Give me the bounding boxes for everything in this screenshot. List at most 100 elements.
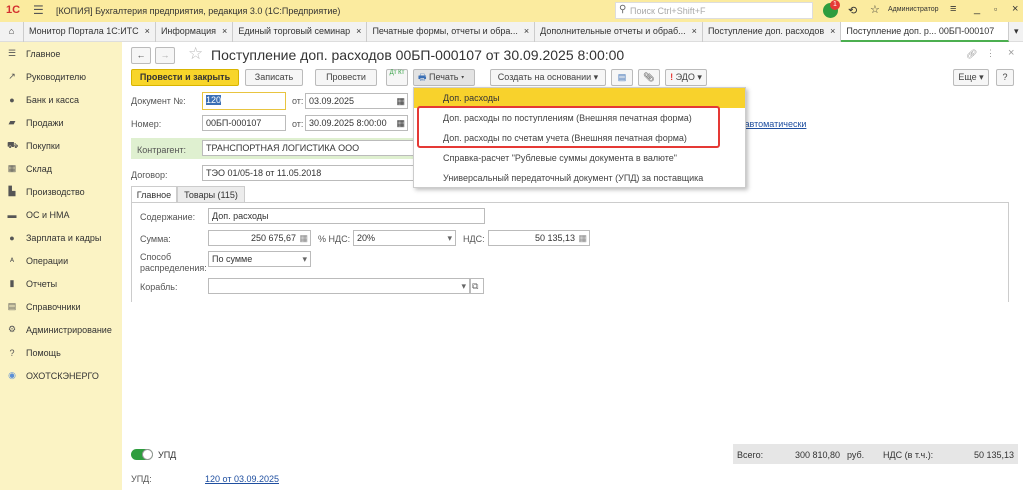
vat-input[interactable]: 50 135,13 ▦ — [488, 230, 590, 246]
method-label: Способ распределения: — [140, 252, 207, 273]
link-icon[interactable]: 🔗︎ — [966, 49, 977, 60]
settings-icon[interactable]: ≡ — [950, 3, 956, 15]
sidebar-item-sales[interactable]: ▰ Продажи — [0, 111, 122, 134]
close-icon[interactable]: × — [1012, 3, 1018, 15]
from-label: от: — [292, 119, 304, 129]
method-select[interactable]: По сумме ▾ — [208, 251, 311, 267]
vat-rate-select[interactable]: 20% ▾ — [353, 230, 456, 246]
calendar-icon[interactable]: ▦ — [396, 94, 405, 108]
sidebar-item-bank[interactable]: ● Банк и касса — [0, 88, 122, 111]
calculator-icon[interactable]: ▦ — [299, 231, 308, 245]
more-vert-icon[interactable]: ⋮ — [986, 48, 995, 59]
more-button[interactable]: Еще ▾ — [953, 69, 989, 86]
total-value: 300 810,80 — [795, 450, 841, 460]
sidebar-item-manager[interactable]: ↗ Руководителю — [0, 65, 122, 88]
sidebar-item-admin[interactable]: ⚙ Администрирование — [0, 318, 122, 341]
back-button[interactable]: ← — [131, 47, 151, 64]
numdate-input[interactable]: 30.09.2025 8:00:00 ▦ — [305, 115, 408, 131]
sidebar-item-reports[interactable]: ▮ Отчеты — [0, 272, 122, 295]
chevron-down-icon[interactable]: ▾ — [461, 279, 466, 293]
tab-goods[interactable]: Товары (115) — [177, 186, 245, 203]
notifications-icon[interactable]: 1 — [823, 0, 840, 18]
tab-current-doc[interactable]: Поступление доп. р... 00БП-000107 — [841, 22, 1009, 42]
calculator-icon[interactable]: ▦ — [578, 231, 587, 245]
vat-label: НДС: — [463, 234, 485, 244]
history-icon[interactable]: ⟲ — [848, 4, 857, 17]
sidebar-item-catalogs[interactable]: ▤ Справочники — [0, 295, 122, 318]
favorite-icon[interactable]: ☆ — [870, 3, 880, 16]
chevron-down-icon[interactable]: ▾ — [302, 252, 307, 266]
print-button[interactable]: 🖶︎ Печать ▾ — [413, 69, 475, 86]
docdate-input[interactable]: 03.09.2025 ▦ — [305, 93, 408, 109]
menu-item-dop-expenses[interactable]: Доп. расходы — [414, 88, 745, 108]
calendar-icon[interactable]: ▦ — [396, 116, 405, 130]
post-button[interactable]: Провести — [315, 69, 377, 86]
tab-print-forms[interactable]: Печатные формы, отчеты и обра... × — [367, 22, 536, 42]
ship-label: Корабль: — [140, 282, 178, 292]
close-icon[interactable]: × — [830, 22, 835, 42]
tab-receipts-list[interactable]: Поступление доп. расходов × — [703, 22, 842, 42]
auto-number-link[interactable]: а автоматически — [737, 119, 806, 129]
total-label: Всего: — [737, 450, 764, 460]
favorite-star-icon[interactable]: ☆ — [188, 44, 203, 64]
post-and-close-button[interactable]: Провести и закрыть — [131, 69, 239, 86]
open-icon[interactable]: ⧉ — [470, 278, 484, 294]
sidebar-item-operations[interactable]: ᴬ Операции — [0, 249, 122, 272]
contract-input[interactable]: ТЭО 01/05-18 от 11.05.2018 — [202, 165, 422, 181]
factory-icon: ▙ — [8, 186, 16, 196]
docnum-input[interactable]: 120 — [202, 92, 286, 110]
upd-link[interactable]: 120 от 03.09.2025 — [205, 474, 279, 484]
content-input[interactable]: Доп. расходы — [208, 208, 485, 224]
tab-seminar[interactable]: Единый торговый семинар × — [233, 22, 368, 42]
chevron-down-icon[interactable]: ▾ — [447, 231, 452, 245]
attach-icon[interactable]: 📎︎ — [638, 69, 660, 86]
person-icon: ● — [9, 232, 15, 243]
tab-label: Монитор Портала 1С:ИТС — [29, 26, 139, 36]
sidebar-item-production[interactable]: ▙ Производство — [0, 180, 122, 203]
contractor-input[interactable]: ТРАНСПОРТНАЯ ЛОГИСТИКА ООО — [202, 140, 422, 156]
sidebar-item-company[interactable]: ◉ ОХОТСКЭНЕРГО — [0, 364, 122, 387]
edo-button[interactable]: ! ЭДО ▾ — [665, 69, 707, 86]
tabs-dropdown-icon[interactable]: ▾ — [1009, 22, 1023, 42]
structure-icon[interactable]: ▤ — [611, 69, 633, 86]
create-based-on-button[interactable]: Создать на основании ▾ — [490, 69, 606, 86]
tab-additional-reports[interactable]: Дополнительные отчеты и обраб... × — [535, 22, 703, 42]
user-name[interactable]: Администратор — [888, 6, 939, 13]
tab-main[interactable]: Главное — [131, 186, 177, 203]
close-icon[interactable]: × — [222, 22, 227, 42]
close-doc-icon[interactable]: × — [1008, 47, 1014, 59]
close-icon[interactable]: × — [356, 22, 361, 42]
dt-kt-button[interactable]: Дт Кт — [386, 69, 408, 86]
sum-input[interactable]: 250 675,67 ▦ — [208, 230, 311, 246]
maximize-icon[interactable]: ▫ — [994, 4, 997, 14]
sidebar-item-main[interactable]: ☰ Главное — [0, 42, 122, 65]
open-tabs: ⌂ Монитор Портала 1С:ИТС × Информация × Ед… — [0, 22, 1023, 42]
tab-info[interactable]: Информация × — [156, 22, 234, 42]
sidebar-item-warehouse[interactable]: ▦ Склад — [0, 157, 122, 180]
tab-monitor[interactable]: Монитор Портала 1С:ИТС × — [24, 22, 156, 42]
tab-label: Дополнительные отчеты и обраб... — [540, 26, 686, 36]
save-button[interactable]: Записать — [245, 69, 303, 86]
home-tab[interactable]: ⌂ — [0, 22, 24, 42]
search-icon: ⚲ — [619, 4, 627, 15]
upd-toggle[interactable] — [131, 449, 153, 460]
sidebar-item-help[interactable]: ? Помощь — [0, 341, 122, 364]
sidebar-item-salary[interactable]: ● Зарплата и кадры — [0, 226, 122, 249]
close-icon[interactable]: × — [145, 22, 150, 42]
forward-button[interactable]: → — [155, 47, 175, 64]
search-input[interactable]: ⚲ Поиск Ctrl+Shift+F — [615, 2, 813, 19]
menu-icon[interactable]: ☰ — [33, 3, 44, 17]
minimize-icon[interactable]: _ — [974, 3, 980, 15]
menu-item-upd[interactable]: Универсальный передаточный документ (УПД… — [414, 168, 745, 188]
sidebar-item-purchases[interactable]: ⛟ Покупки — [0, 134, 122, 157]
help-button[interactable]: ? — [996, 69, 1014, 86]
vat-total-value: 50 135,13 — [973, 450, 1014, 460]
vat-rate-label: % НДС: — [318, 234, 351, 244]
contract-label: Договор: — [131, 170, 168, 180]
close-icon[interactable]: × — [692, 22, 697, 42]
ship-select[interactable]: ▾ — [208, 278, 470, 294]
close-icon[interactable]: × — [524, 22, 529, 42]
menu-item-currency-calc[interactable]: Справка-расчет "Рублевые суммы документа… — [414, 148, 745, 168]
sidebar-item-assets[interactable]: ▬ ОС и НМА — [0, 203, 122, 226]
number-input[interactable]: 00БП-000107 — [202, 115, 286, 131]
